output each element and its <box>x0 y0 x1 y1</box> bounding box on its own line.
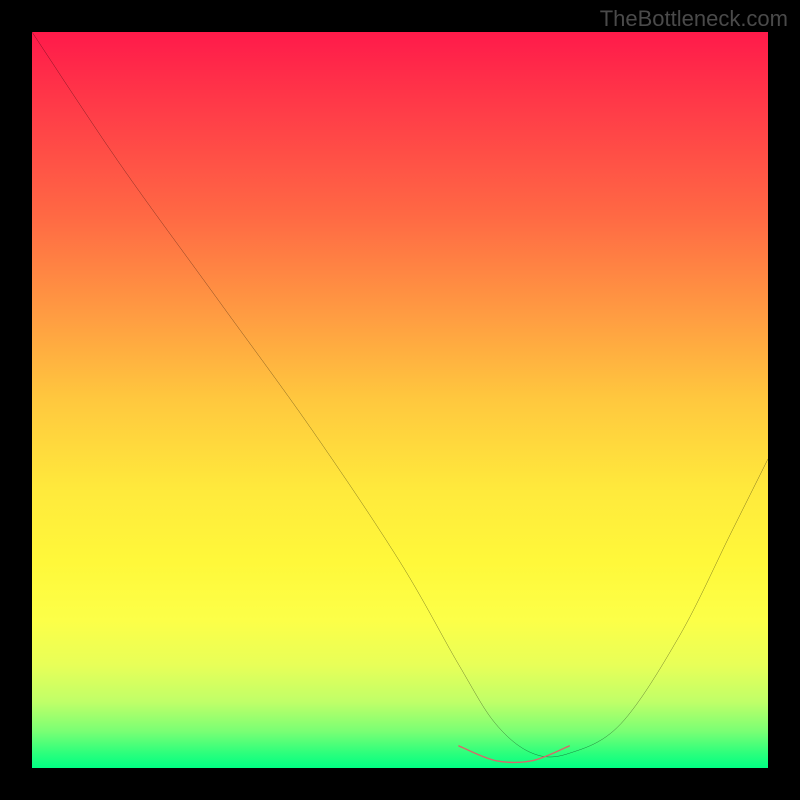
main-curve <box>32 32 768 757</box>
chart-plot-area <box>32 32 768 768</box>
watermark-text: TheBottleneck.com <box>600 6 788 32</box>
chart-svg <box>32 32 768 768</box>
highlight-segment <box>459 746 569 763</box>
